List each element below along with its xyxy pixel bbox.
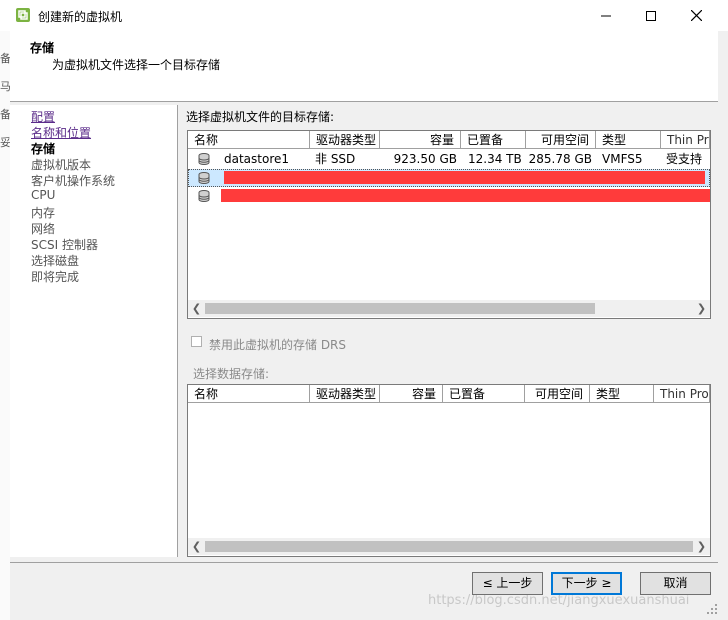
background-char: 备	[0, 108, 10, 121]
step-scsi-controller: SCSI 控制器	[31, 238, 98, 252]
column-header-name[interactable]: 名称	[188, 385, 310, 403]
window-frame-right	[718, 31, 728, 620]
step-vm-version: 虚拟机版本	[31, 158, 92, 172]
step-name-location[interactable]: 名称和位置	[31, 124, 91, 141]
maximize-icon	[646, 10, 656, 21]
redaction-bar	[221, 189, 710, 202]
wizard-header: 存储 为虚拟机文件选择一个目标存储	[10, 31, 718, 101]
wizard-steps-nav: 配置 名称和位置 存储 虚拟机版本 客户机操作系统 CPU 内存 网络 SCSI…	[10, 105, 178, 557]
scroll-left-icon[interactable]: ❮	[188, 538, 205, 555]
scroll-right-icon[interactable]: ❯	[693, 538, 710, 555]
table-row-selected[interactable]	[188, 169, 710, 187]
next-button[interactable]: 下一步 ≥	[551, 572, 622, 595]
column-header-type[interactable]: 类型	[590, 385, 654, 403]
disable-storage-drs-checkbox[interactable]	[191, 336, 202, 347]
cell-name: datastore1	[224, 152, 290, 166]
step-cpu: CPU	[31, 188, 56, 202]
cell-free-space: 285.78 GB	[528, 152, 592, 166]
datastore-icon	[198, 153, 210, 165]
datastore-icon	[198, 172, 210, 184]
cell-type: VMFS5	[602, 152, 643, 166]
page-title: 存储	[30, 41, 55, 55]
column-header-capacity[interactable]: 容量	[380, 385, 443, 403]
disable-storage-drs-label: 禁用此虚拟机的存储 DRS	[209, 338, 347, 352]
step-network: 网络	[31, 222, 56, 236]
cancel-button[interactable]: 取消	[640, 572, 711, 595]
background-char: 妥	[0, 136, 10, 149]
datastore-detail-table: 名称 驱动器类型 容量 已置备 可用空间 类型 Thin Provi ❮ ❯	[187, 384, 711, 557]
cell-provisioned: 12.34 TB	[468, 152, 522, 166]
window-title: 创建新的虚拟机	[38, 10, 123, 24]
column-header-thin-provisioning[interactable]: Thin Provi	[654, 385, 710, 403]
target-storage-label: 选择虚拟机文件的目标存储:	[186, 110, 335, 124]
scrollbar-thumb[interactable]	[205, 303, 595, 314]
page-description: 为虚拟机文件选择一个目标存储	[52, 58, 221, 72]
watermark-text: https://blog.csdn.net/jiangxuexuanshuai	[428, 593, 690, 608]
cell-capacity: 923.50 GB	[393, 152, 457, 166]
step-memory: 内存	[31, 206, 56, 220]
background-window-text: 备 马 备 妥	[0, 45, 10, 157]
datastore-table: 名称 驱动器类型 容量 已置备 可用空间 类型 Thin Prov datast…	[187, 130, 711, 319]
column-header-drive-type[interactable]: 驱动器类型	[310, 131, 380, 149]
scrollbar-thumb[interactable]	[205, 541, 693, 552]
column-header-name[interactable]: 名称	[188, 131, 310, 149]
scroll-right-icon[interactable]: ❯	[693, 300, 710, 317]
step-guest-os: 客户机操作系统	[31, 174, 116, 188]
resize-grip-icon[interactable]	[706, 603, 718, 615]
close-button[interactable]	[673, 0, 719, 31]
cell-drive-type: 非 SSD	[315, 152, 356, 166]
column-header-capacity[interactable]: 容量	[380, 131, 461, 149]
horizontal-scrollbar[interactable]: ❮ ❯	[188, 300, 710, 317]
datastore-icon	[198, 190, 210, 202]
minimize-button[interactable]	[583, 0, 629, 31]
column-header-thin-provisioning[interactable]: Thin Prov	[661, 131, 710, 149]
background-char: 马	[0, 80, 10, 93]
step-ready-to-complete: 即将完成	[31, 270, 80, 284]
step-select-disk: 选择磁盘	[31, 254, 80, 268]
table-row[interactable]: datastore1 非 SSD 923.50 GB 12.34 TB 285.…	[188, 150, 710, 168]
select-datastore-label: 选择数据存储:	[193, 367, 270, 381]
column-header-type[interactable]: 类型	[596, 131, 661, 149]
column-header-provisioned[interactable]: 已置备	[443, 385, 525, 403]
vsphere-app-icon	[16, 8, 30, 22]
header-divider	[10, 101, 718, 102]
table-row[interactable]	[188, 187, 710, 205]
column-header-free-space[interactable]: 可用空间	[526, 131, 596, 149]
step-configuration[interactable]: 配置	[31, 108, 55, 125]
maximize-button[interactable]	[628, 0, 674, 31]
redaction-bar	[224, 171, 705, 184]
minimize-icon	[601, 15, 611, 16]
step-storage: 存储	[31, 142, 56, 156]
back-button[interactable]: ≤ 上一步	[472, 572, 543, 595]
column-header-free-space[interactable]: 可用空间	[525, 385, 590, 403]
close-icon	[690, 10, 702, 21]
column-header-provisioned[interactable]: 已置备	[461, 131, 526, 149]
column-header-drive-type[interactable]: 驱动器类型	[310, 385, 380, 403]
background-char: 备	[0, 52, 10, 65]
scroll-left-icon[interactable]: ❮	[188, 300, 205, 317]
cell-thin-provisioning: 受支持	[666, 152, 703, 166]
horizontal-scrollbar[interactable]: ❮ ❯	[188, 538, 710, 555]
